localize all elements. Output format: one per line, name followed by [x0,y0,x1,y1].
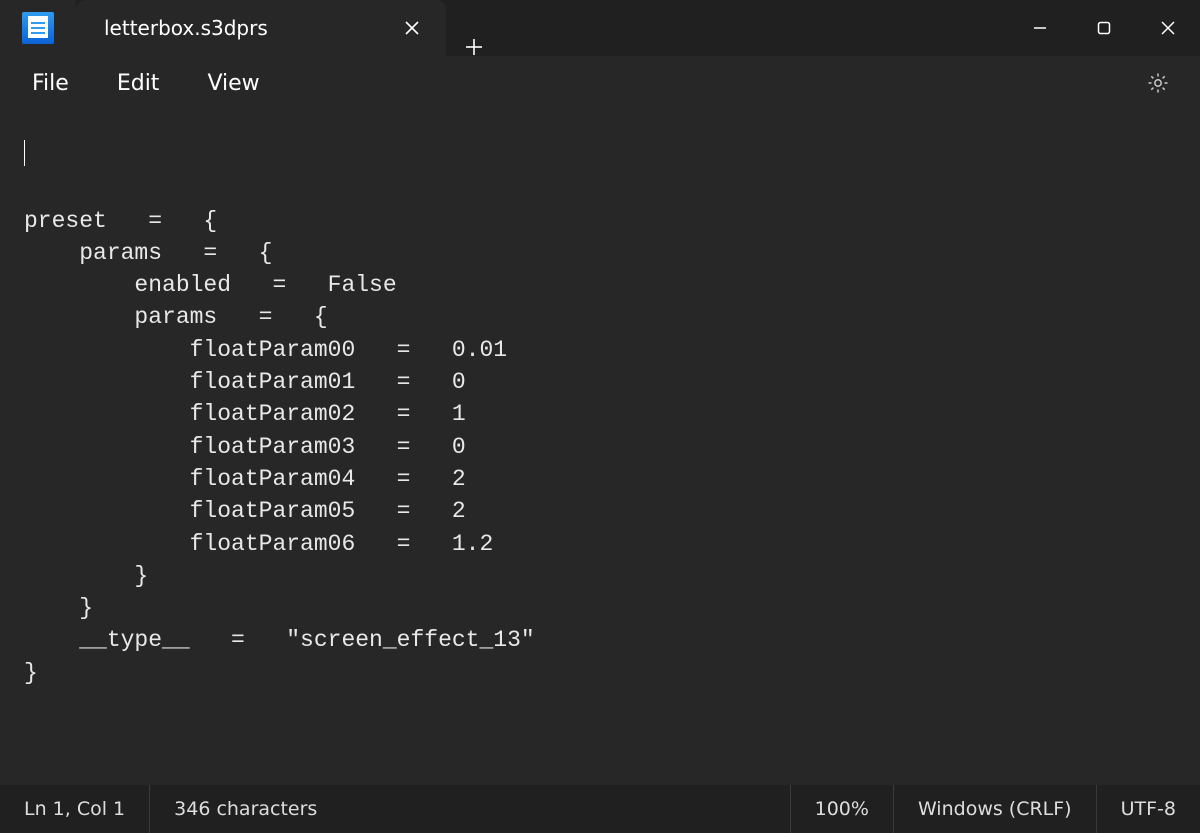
menu-view[interactable]: View [185,63,281,104]
text-caret [24,140,25,166]
maximize-button[interactable] [1072,0,1136,56]
status-position[interactable]: Ln 1, Col 1 [0,785,150,833]
app-icon-wrap [0,0,76,56]
titlebar-spacer[interactable] [502,0,1008,56]
new-tab-button[interactable] [446,38,502,56]
window-controls [1008,0,1200,56]
tabs: letterbox.s3dprs [76,0,502,56]
editor-area[interactable]: preset = { params = { enabled = False pa… [0,110,1200,785]
titlebar: letterbox.s3dprs [0,0,1200,56]
status-eol[interactable]: Windows (CRLF) [894,785,1097,833]
statusbar: Ln 1, Col 1 346 characters 100% Windows … [0,785,1200,833]
notepad-icon [22,12,54,44]
tab-active[interactable]: letterbox.s3dprs [76,0,446,56]
editor-text: preset = { params = { enabled = False pa… [24,205,1176,689]
menu-edit[interactable]: Edit [95,63,182,104]
tab-title: letterbox.s3dprs [104,16,268,40]
settings-button[interactable] [1136,61,1180,105]
gear-icon [1146,71,1170,95]
close-window-button[interactable] [1136,0,1200,56]
close-tab-icon[interactable] [398,14,426,42]
status-zoom[interactable]: 100% [790,785,894,833]
status-chars[interactable]: 346 characters [150,785,341,833]
minimize-button[interactable] [1008,0,1072,56]
menubar: File Edit View [0,56,1200,110]
menu-file[interactable]: File [10,63,91,104]
status-encoding[interactable]: UTF-8 [1097,785,1200,833]
